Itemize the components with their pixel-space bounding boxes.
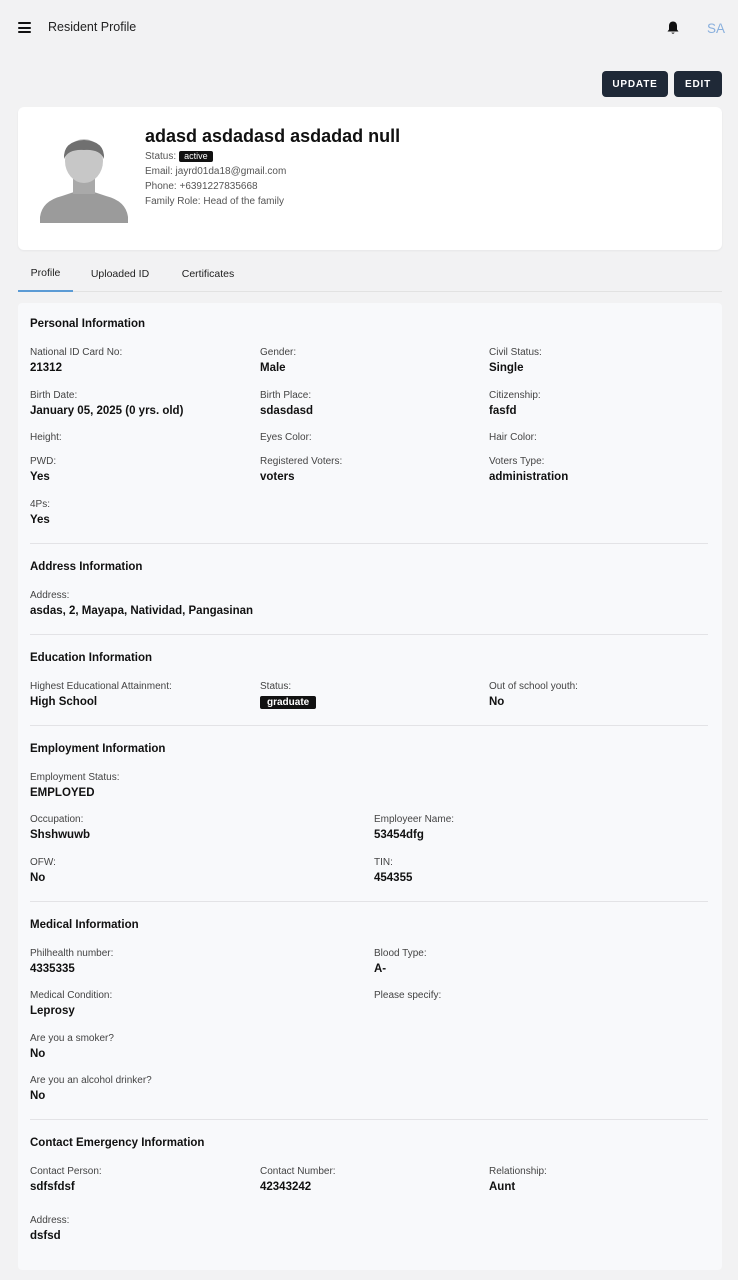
status-badge: active (179, 151, 213, 162)
medical-info-title: Medical Information (30, 919, 139, 931)
section-divider (30, 634, 708, 635)
tab-profile[interactable]: Profile (18, 255, 73, 292)
registered-voters-field: Registered Voters: voters (260, 456, 343, 483)
user-avatar[interactable]: SA (700, 12, 732, 44)
birth-date-field: Birth Date: January 05, 2025 (0 yrs. old… (30, 390, 184, 417)
civil-status-field: Civil Status: Single (489, 347, 542, 374)
top-bar: Resident Profile SA (0, 0, 738, 56)
emergency-info-title: Contact Emergency Information (30, 1137, 205, 1149)
tab-uploaded-id[interactable]: Uploaded ID (84, 255, 156, 292)
profile-photo-icon (40, 139, 128, 223)
osy-field: Out of school youth: No (489, 681, 578, 708)
birth-place-field: Birth Place: sdasdasd (260, 390, 314, 417)
section-divider (30, 1119, 708, 1120)
voters-type-field: Voters Type: administration (489, 456, 569, 483)
philhealth-field: Philhealth number: 4335335 (30, 948, 114, 975)
tab-certificates[interactable]: Certificates (173, 255, 243, 292)
education-info-title: Education Information (30, 652, 153, 664)
profile-card: adasd asdadasd asdadad null Status: activ… (18, 107, 722, 250)
national-id-field: National ID Card No: 21312 (30, 347, 123, 374)
resident-name: adasd asdadasd asdadad null (145, 126, 401, 146)
bell-icon[interactable] (666, 20, 680, 36)
medical-condition-field: Medical Condition: Leprosy (30, 990, 113, 1017)
section-divider (30, 725, 708, 726)
education-status-field: Status: graduate (260, 681, 317, 710)
profile-content: Personal Information National ID Card No… (18, 303, 722, 1270)
hair-color-field: Hair Color: (489, 432, 537, 443)
section-divider (30, 901, 708, 902)
edit-button[interactable]: EDIT (674, 71, 722, 97)
contact-number-field: Contact Number: 42343242 (260, 1166, 336, 1193)
employment-info-title: Employment Information (30, 743, 166, 755)
update-button[interactable]: UPDATE (602, 71, 668, 97)
occupation-field: Occupation: Shshwuwb (30, 814, 91, 841)
citizenship-field: Citizenship: fasfd (489, 390, 541, 417)
smoker-field: Are you a smoker? No (30, 1033, 114, 1060)
family-role-text: Family Role: Head of the family (145, 196, 284, 207)
status-line: Status: active (145, 151, 213, 162)
tin-field: TIN: 454355 (374, 857, 413, 884)
attainment-field: Highest Educational Attainment: High Sch… (30, 681, 172, 708)
drinker-field: Are you an alcohol drinker? No (30, 1075, 152, 1102)
eyes-color-field: Eyes Color: (260, 432, 312, 443)
specify-field: Please specify: (374, 990, 442, 1001)
graduate-badge: graduate (260, 696, 317, 709)
blood-type-field: Blood Type: A- (374, 948, 427, 975)
relationship-field: Relationship: Aunt (489, 1166, 547, 1193)
address-info-title: Address Information (30, 561, 143, 573)
employer-field: Employeer Name: 53454dfg (374, 814, 455, 841)
height-field: Height: (30, 432, 62, 443)
menu-icon[interactable] (18, 22, 31, 33)
tabs-divider (73, 291, 722, 292)
page-title: Resident Profile (48, 20, 137, 34)
profile-tabs: Profile Uploaded ID Certificates (18, 255, 722, 292)
email-text: Email: jayrd01da18@gmail.com (145, 166, 287, 177)
pwd-field: PWD: Yes (30, 456, 57, 483)
section-divider (30, 543, 708, 544)
ofw-field: OFW: No (30, 857, 56, 884)
address-field: Address: asdas, 2, Mayapa, Natividad, Pa… (30, 590, 254, 617)
gender-field: Gender: Male (260, 347, 297, 374)
phone-text: Phone: +6391227835668 (145, 181, 258, 192)
emergency-address-field: Address: dsfsd (30, 1215, 70, 1242)
status-label: Status: (145, 151, 177, 162)
four-ps-field: 4Ps: Yes (30, 499, 51, 526)
employment-status-field: Employment Status: EMPLOYED (30, 772, 120, 799)
personal-info-title: Personal Information (30, 318, 146, 330)
contact-person-field: Contact Person: sdfsfdsf (30, 1166, 102, 1193)
